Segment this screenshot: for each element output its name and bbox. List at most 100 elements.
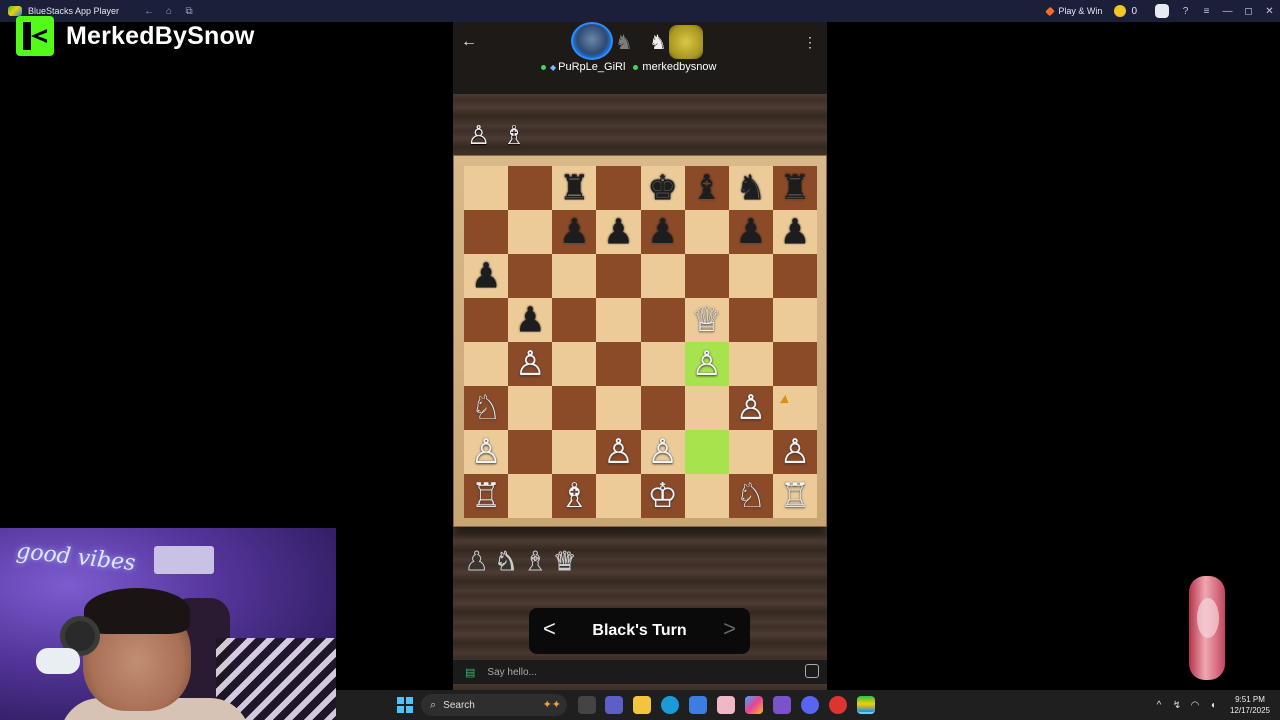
board-square[interactable]: ♖ xyxy=(464,474,509,518)
board-square[interactable]: ♟ xyxy=(772,210,817,254)
chess-piece[interactable]: ♔ xyxy=(647,479,677,513)
board-square[interactable] xyxy=(684,210,729,254)
app-icon[interactable] xyxy=(773,696,791,714)
chess-piece[interactable]: ♖ xyxy=(780,479,810,513)
player1-avatar[interactable] xyxy=(571,22,613,60)
network-activity-icon[interactable]: ↯ xyxy=(1168,700,1186,711)
menu-icon[interactable]: ≡ xyxy=(1196,6,1217,17)
board-square[interactable] xyxy=(508,254,553,298)
wifi-icon[interactable]: ◠ xyxy=(1186,700,1204,711)
board-square[interactable] xyxy=(552,342,597,386)
board-square[interactable]: ♘ xyxy=(464,386,509,430)
chess-piece[interactable]: ♟ xyxy=(471,259,501,293)
volume-icon[interactable]: ◖ xyxy=(1204,700,1222,711)
teams-icon[interactable] xyxy=(605,696,623,714)
board-square[interactable] xyxy=(772,342,817,386)
board-square[interactable]: ♜ xyxy=(552,166,597,210)
board-square[interactable] xyxy=(552,298,597,342)
edge-icon[interactable] xyxy=(661,696,679,714)
board-square[interactable] xyxy=(508,210,553,254)
board-square[interactable]: ♖ xyxy=(772,474,817,518)
chess-piece[interactable]: ♟ xyxy=(780,215,810,249)
board-square[interactable] xyxy=(596,474,641,518)
chat-input[interactable]: ▤ Say hello... xyxy=(453,660,827,684)
chess-piece[interactable]: ♟ xyxy=(647,215,677,249)
board-square[interactable]: ♚ xyxy=(640,166,685,210)
minimize-icon[interactable]: — xyxy=(1217,6,1238,17)
board-square[interactable] xyxy=(728,298,773,342)
board-square[interactable] xyxy=(464,166,509,210)
clock[interactable]: 9:51 PM 12/17/2025 xyxy=(1230,694,1270,716)
board-square[interactable] xyxy=(596,298,641,342)
board-square[interactable] xyxy=(596,166,641,210)
chess-piece[interactable]: ♘ xyxy=(736,479,766,513)
board-square[interactable] xyxy=(640,298,685,342)
chess-piece[interactable]: ♟ xyxy=(603,215,633,249)
chess-piece[interactable]: ♙ xyxy=(780,435,810,469)
board-square[interactable]: ♞ xyxy=(728,166,773,210)
board-square[interactable] xyxy=(684,254,729,298)
board-square[interactable]: ♟ xyxy=(464,254,509,298)
file-explorer-icon[interactable] xyxy=(633,696,651,714)
close-icon[interactable]: ✕ xyxy=(1259,6,1280,17)
board-square[interactable] xyxy=(508,166,553,210)
chess-piece[interactable]: ♖ xyxy=(471,479,501,513)
board-square[interactable] xyxy=(596,254,641,298)
board-square[interactable] xyxy=(640,254,685,298)
play-win-button[interactable]: Play & Win xyxy=(1045,6,1102,16)
board-square[interactable] xyxy=(772,254,817,298)
recents-nav-icon[interactable]: ⧉ xyxy=(179,6,199,17)
chess-piece[interactable]: ♝ xyxy=(691,171,721,205)
board-square[interactable]: ♙ xyxy=(772,430,817,474)
chess-piece[interactable]: ♟ xyxy=(515,303,545,337)
copilot-icon[interactable] xyxy=(745,696,763,714)
board-square[interactable] xyxy=(596,342,641,386)
chess-piece[interactable]: ♙ xyxy=(647,435,677,469)
back-arrow-icon[interactable]: ← xyxy=(461,33,477,51)
chess-piece[interactable]: ♙ xyxy=(515,347,545,381)
chess-piece[interactable]: ♜ xyxy=(780,171,810,205)
discord-icon[interactable] xyxy=(801,696,819,714)
board-square[interactable] xyxy=(464,342,509,386)
board-square[interactable] xyxy=(684,386,729,430)
obs-icon[interactable] xyxy=(829,696,847,714)
board-square[interactable] xyxy=(728,430,773,474)
board-square[interactable] xyxy=(508,474,553,518)
chess-board[interactable]: ♜ ♚ ♝ ♞ ♜ ♟ ♟ ♟ ♟ ♟ ♟ ♟ ♕ ♙ ♙ ♘ ♙ ♙ ♙ ♙ ♙ ♖ ♗ ♔ ♘ ♖ xyxy=(464,166,817,518)
board-square[interactable] xyxy=(684,430,729,474)
board-square[interactable]: ♟ xyxy=(728,210,773,254)
store-icon[interactable] xyxy=(689,696,707,714)
chess-piece[interactable]: ♘ xyxy=(471,391,501,425)
account-avatar-icon[interactable] xyxy=(1155,4,1169,18)
task-view-icon[interactable] xyxy=(578,696,596,714)
player2-avatar[interactable] xyxy=(669,25,703,59)
board-square[interactable]: ♘ xyxy=(728,474,773,518)
board-square[interactable] xyxy=(728,254,773,298)
board-square[interactable] xyxy=(640,386,685,430)
board-square[interactable]: ♙ xyxy=(728,386,773,430)
chess-piece[interactable]: ♞ xyxy=(736,171,766,205)
board-square[interactable] xyxy=(552,430,597,474)
board-square[interactable]: ♟ xyxy=(640,210,685,254)
board-square[interactable]: ♗ xyxy=(552,474,597,518)
board-square[interactable] xyxy=(508,430,553,474)
board-square[interactable] xyxy=(464,210,509,254)
sticker-icon[interactable] xyxy=(805,664,819,678)
board-square[interactable]: ♟ xyxy=(552,210,597,254)
board-square[interactable]: ♙ xyxy=(508,342,553,386)
board-square[interactable] xyxy=(508,386,553,430)
chess-piece[interactable]: ♕ xyxy=(691,303,721,337)
board-square[interactable]: ♔ xyxy=(640,474,685,518)
windows-start-icon[interactable] xyxy=(397,697,413,713)
board-square[interactable] xyxy=(772,386,817,430)
chess-piece[interactable]: ♟ xyxy=(559,215,589,249)
board-square[interactable] xyxy=(772,298,817,342)
floating-chip-widget[interactable] xyxy=(1189,576,1225,680)
chess-piece[interactable]: ♙ xyxy=(691,347,721,381)
more-options-icon[interactable]: ⋮ xyxy=(803,34,817,51)
back-nav-icon[interactable]: ← xyxy=(139,6,159,17)
board-square[interactable] xyxy=(596,386,641,430)
board-square[interactable] xyxy=(684,474,729,518)
board-square[interactable]: ♙ xyxy=(640,430,685,474)
help-icon[interactable]: ? xyxy=(1175,6,1196,17)
